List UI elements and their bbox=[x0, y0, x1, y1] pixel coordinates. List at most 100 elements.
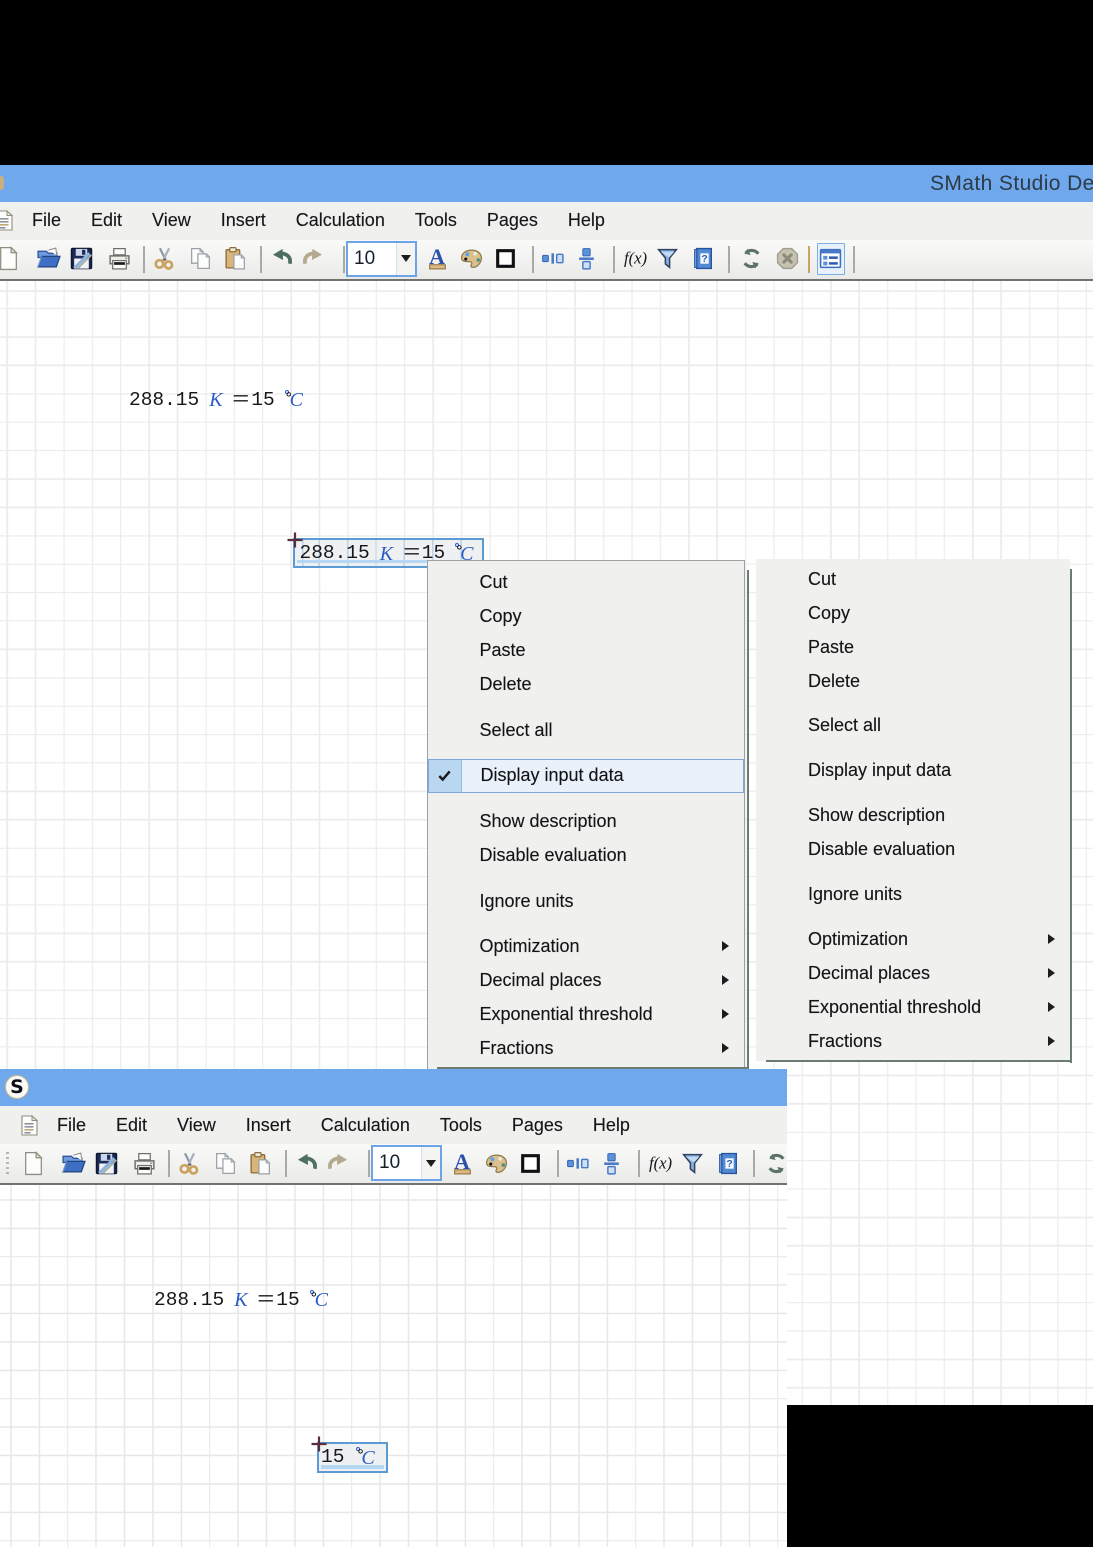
menu-item-delete[interactable]: Delete bbox=[756, 664, 1070, 698]
menu-item-display-input-data[interactable]: Display input data bbox=[756, 754, 1070, 788]
palette-button[interactable] bbox=[458, 243, 486, 275]
menu-item-exponential-threshold[interactable]: Exponential threshold bbox=[756, 990, 1070, 1024]
menu-item-paste[interactable]: Paste bbox=[428, 634, 744, 668]
font-color-button[interactable] bbox=[424, 243, 452, 275]
copy-button[interactable] bbox=[211, 1147, 239, 1179]
open-button[interactable] bbox=[34, 243, 62, 275]
menu-pages[interactable]: Pages bbox=[472, 202, 553, 240]
border-button[interactable] bbox=[491, 243, 519, 275]
new-button[interactable] bbox=[0, 243, 22, 275]
filter-button[interactable] bbox=[654, 243, 682, 275]
recalculate-button[interactable] bbox=[737, 243, 765, 275]
menu-file[interactable]: File bbox=[17, 202, 76, 240]
cut-button[interactable] bbox=[150, 243, 178, 275]
menu-item-decimal-places[interactable]: Decimal places bbox=[428, 964, 744, 998]
interrupt-button[interactable] bbox=[774, 243, 802, 275]
font-size-combobox[interactable]: 10 bbox=[371, 1145, 442, 1181]
menu-edit[interactable]: Edit bbox=[76, 202, 137, 240]
menu-calculation[interactable]: Calculation bbox=[281, 202, 400, 240]
menu-file[interactable]: File bbox=[42, 1106, 101, 1144]
reference-book-button[interactable] bbox=[715, 1147, 743, 1179]
undo-button[interactable] bbox=[293, 1147, 321, 1179]
cut-button[interactable] bbox=[175, 1147, 203, 1179]
checkmark-gutter bbox=[428, 759, 462, 792]
reference-book-button[interactable] bbox=[690, 243, 718, 275]
font-color-button[interactable] bbox=[449, 1147, 477, 1179]
fraction-button[interactable] bbox=[597, 1147, 625, 1179]
titlebar-secondary[interactable]: S bbox=[0, 1069, 787, 1106]
units-layout-button[interactable] bbox=[539, 243, 567, 275]
menu-view[interactable]: View bbox=[162, 1106, 231, 1144]
math-deg: ° bbox=[309, 1289, 318, 1307]
toolbar-separator bbox=[807, 245, 810, 273]
font-size-combobox[interactable]: 10 bbox=[346, 240, 417, 277]
menu-item-fractions[interactable]: Fractions bbox=[428, 1032, 744, 1066]
menu-item-fractions[interactable]: Fractions bbox=[756, 1024, 1070, 1058]
font-size-value[interactable]: 10 bbox=[373, 1147, 421, 1179]
paste-button[interactable] bbox=[246, 1147, 274, 1179]
function-button[interactable] bbox=[622, 243, 650, 275]
menu-insert[interactable]: Insert bbox=[206, 202, 281, 240]
new-button[interactable] bbox=[19, 1147, 47, 1179]
redo-button[interactable] bbox=[325, 1147, 353, 1179]
menu-item-optimization[interactable]: Optimization bbox=[428, 930, 744, 964]
menu-item-show-description[interactable]: Show description bbox=[428, 805, 744, 839]
menu-pages[interactable]: Pages bbox=[497, 1106, 578, 1144]
titlebar-main[interactable]: SMath Studio De bbox=[0, 164, 1093, 202]
paste-button[interactable] bbox=[221, 243, 249, 275]
undo-button[interactable] bbox=[268, 243, 296, 275]
menu-item-decimal-places[interactable]: Decimal places bbox=[756, 956, 1070, 990]
submenu-arrow-icon bbox=[721, 941, 729, 952]
copy-button[interactable] bbox=[186, 243, 214, 275]
menu-item-disable-evaluation[interactable]: Disable evaluation bbox=[756, 833, 1070, 867]
print-button[interactable] bbox=[106, 243, 134, 275]
copy-icon bbox=[213, 1151, 238, 1176]
options-panel-button[interactable] bbox=[816, 242, 845, 275]
menu-item-copy[interactable]: Copy bbox=[756, 596, 1070, 630]
selected-math-region[interactable]: 15 ° C bbox=[316, 1441, 388, 1473]
fraction-button[interactable] bbox=[572, 243, 600, 275]
border-button[interactable] bbox=[516, 1147, 544, 1179]
menu-item-cut[interactable]: Cut bbox=[428, 566, 744, 600]
save-button[interactable] bbox=[93, 1147, 121, 1179]
math-expression[interactable]: 288.15 K = 15 ° C bbox=[154, 1289, 328, 1310]
worksheet-canvas-secondary[interactable]: 288.15 K = 15 ° C 15 ° C bbox=[0, 1185, 787, 1547]
recalculate-button[interactable] bbox=[762, 1147, 787, 1179]
math-expression[interactable]: 288.15 K = 15 ° C bbox=[129, 389, 303, 410]
open-button[interactable] bbox=[59, 1147, 87, 1179]
menu-item-label: Copy bbox=[479, 606, 522, 626]
palette-button[interactable] bbox=[483, 1147, 511, 1179]
menu-item-exponential-threshold[interactable]: Exponential threshold bbox=[428, 998, 744, 1032]
menu-item-label: Optimization bbox=[479, 936, 580, 957]
menu-help[interactable]: Help bbox=[553, 202, 620, 240]
print-button[interactable] bbox=[131, 1147, 159, 1179]
units-layout-button[interactable] bbox=[564, 1147, 592, 1179]
menu-item-ignore-units[interactable]: Ignore units bbox=[756, 878, 1070, 912]
save-button[interactable] bbox=[68, 243, 96, 275]
menu-item-ignore-units[interactable]: Ignore units bbox=[428, 884, 744, 918]
menu-item-select-all[interactable]: Select all bbox=[756, 709, 1070, 743]
menu-item-optimization[interactable]: Optimization bbox=[756, 922, 1070, 956]
menu-item-disable-evaluation[interactable]: Disable evaluation bbox=[428, 839, 744, 873]
toolbar-grip[interactable] bbox=[6, 1152, 9, 1176]
menu-view[interactable]: View bbox=[137, 202, 206, 240]
font-size-value[interactable]: 10 bbox=[348, 243, 396, 275]
menu-edit[interactable]: Edit bbox=[101, 1106, 162, 1144]
menu-tools[interactable]: Tools bbox=[425, 1106, 497, 1144]
font-size-dropdown-button[interactable] bbox=[421, 1147, 440, 1179]
redo-button[interactable] bbox=[300, 243, 328, 275]
menu-item-select-all[interactable]: Select all bbox=[428, 713, 744, 747]
menu-tools[interactable]: Tools bbox=[400, 202, 472, 240]
menu-calculation[interactable]: Calculation bbox=[306, 1106, 425, 1144]
menu-item-cut[interactable]: Cut bbox=[756, 562, 1070, 596]
menu-item-display-input-data[interactable]: Display input data bbox=[427, 758, 744, 793]
menu-help[interactable]: Help bbox=[578, 1106, 645, 1144]
menu-item-paste[interactable]: Paste bbox=[756, 630, 1070, 664]
font-size-dropdown-button[interactable] bbox=[396, 242, 415, 275]
menu-item-show-description[interactable]: Show description bbox=[756, 799, 1070, 833]
filter-button[interactable] bbox=[679, 1147, 707, 1179]
menu-item-copy[interactable]: Copy bbox=[428, 600, 744, 634]
menu-item-delete[interactable]: Delete bbox=[428, 668, 744, 702]
function-button[interactable] bbox=[647, 1147, 675, 1179]
menu-insert[interactable]: Insert bbox=[231, 1106, 306, 1144]
